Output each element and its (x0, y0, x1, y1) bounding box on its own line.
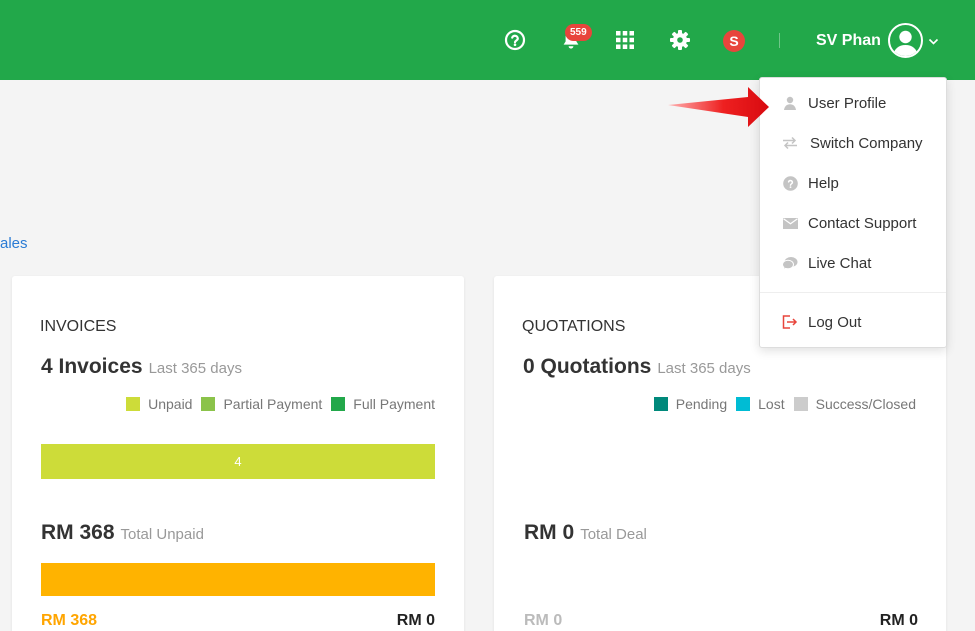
menu-item-label: Log Out (808, 313, 862, 331)
menu-item-user-profile[interactable]: User Profile (760, 83, 946, 123)
envelope-icon (782, 215, 798, 231)
legend-label-partial-payment: Partial Payment (223, 396, 323, 412)
menu-item-log-out[interactable]: Log Out (760, 302, 946, 342)
invoices-count-value: 4 Invoices (41, 355, 143, 378)
menu-item-switch-company[interactable]: Switch Company (760, 123, 946, 163)
switch-arrows-icon (782, 135, 798, 151)
legend-swatch-lost (736, 397, 751, 411)
invoices-foot-left: RM 368 (41, 612, 98, 629)
help-icon (782, 175, 798, 191)
apps-grid-icon[interactable] (613, 28, 637, 52)
invoices-foot-right: RM 0 (396, 612, 435, 629)
invoices-count: 4 Invoices Last 365 days (41, 355, 242, 379)
menu-item-label: Help (808, 174, 839, 192)
legend-swatch-partial-payment (201, 397, 216, 411)
quotations-period: Last 365 days (657, 360, 751, 377)
legend-label-lost: Lost (758, 396, 785, 412)
legend-label-pending: Pending (675, 396, 728, 412)
menu-item-help[interactable]: Help (760, 163, 946, 203)
company-logo-icon[interactable]: S (723, 30, 745, 52)
quotations-title: QUOTATIONS (522, 318, 626, 335)
invoices-total-value: RM 368 (41, 521, 115, 544)
quotations-legend: Pending Lost Success/Closed (653, 396, 916, 412)
chat-icon (782, 255, 798, 271)
quotations-total: RM 0 Total Deal (524, 521, 647, 545)
quotations-count-value: 0 Quotations (523, 355, 652, 378)
user-name[interactable]: SV Phan (816, 32, 881, 50)
user-dropdown-menu: User Profile Switch Company Help Contact… (759, 77, 947, 348)
invoices-title: INVOICES (40, 318, 117, 335)
invoices-total-label: Total Unpaid (120, 526, 204, 543)
menu-item-label: Switch Company (810, 134, 923, 152)
menu-item-label: User Profile (808, 94, 887, 112)
invoices-period: Last 365 days (148, 360, 242, 377)
legend-swatch-unpaid (126, 397, 141, 411)
menu-item-label: Contact Support (808, 214, 917, 232)
invoices-total: RM 368 Total Unpaid (41, 521, 204, 545)
pointer-arrow-icon (666, 86, 770, 133)
header-divider (779, 33, 780, 48)
notification-count-badge: 559 (565, 24, 592, 41)
menu-item-contact-support[interactable]: Contact Support (760, 203, 946, 243)
invoices-status-bar[interactable]: 4 (41, 444, 435, 479)
legend-label-success-closed: Success/Closed (815, 396, 916, 412)
logout-icon (782, 314, 798, 330)
sales-link[interactable]: ales (0, 235, 28, 252)
invoices-legend: Unpaid Partial Payment Full Payment (126, 396, 435, 412)
legend-swatch-pending (653, 397, 668, 411)
quotations-total-value: RM 0 (524, 521, 575, 544)
quotations-foot-left: RM 0 (524, 612, 563, 629)
invoices-unpaid-bar[interactable] (41, 563, 435, 596)
quotations-total-label: Total Deal (580, 526, 647, 543)
invoices-card: INVOICES 4 Invoices Last 365 days Unpaid … (12, 276, 464, 631)
legend-label-unpaid: Unpaid (148, 396, 193, 412)
menu-item-live-chat[interactable]: Live Chat (760, 243, 946, 283)
avatar[interactable] (888, 23, 923, 58)
menu-divider (760, 292, 946, 293)
top-navbar: 559 S SV Phan (0, 0, 975, 80)
legend-swatch-success-closed (793, 397, 808, 411)
quotations-count: 0 Quotations Last 365 days (523, 355, 751, 379)
chevron-down-icon[interactable] (928, 34, 939, 52)
legend-label-full-payment: Full Payment (353, 396, 435, 412)
help-icon[interactable] (503, 28, 527, 52)
gear-icon[interactable] (668, 28, 692, 52)
legend-swatch-full-payment (331, 397, 346, 411)
menu-item-label: Live Chat (808, 254, 872, 272)
invoices-bar-label: 4 (234, 454, 242, 469)
user-icon (782, 95, 798, 111)
quotations-foot-right: RM 0 (879, 612, 918, 629)
